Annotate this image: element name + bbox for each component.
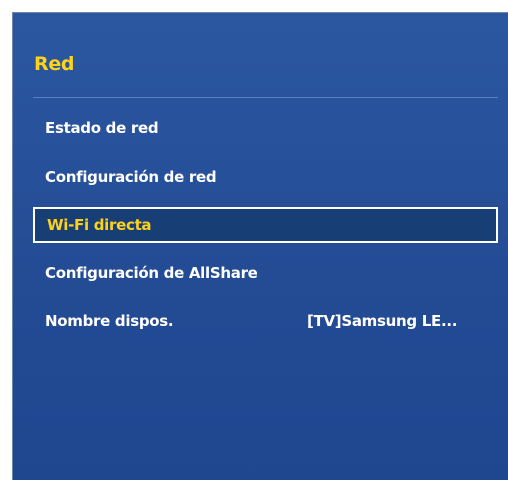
menu-item-device-name[interactable]: Nombre dispos. [TV]Samsung LE...	[33, 303, 498, 339]
device-name-value: [TV]Samsung LE...	[307, 312, 458, 330]
menu-item-label: Configuración de red	[45, 168, 217, 186]
menu-item-wifi-direct[interactable]: Wi-Fi directa	[33, 207, 498, 243]
menu-item-allshare-settings[interactable]: Configuración de AllShare	[33, 255, 498, 291]
menu-item-network-status[interactable]: Estado de red	[33, 110, 498, 146]
menu-title: Red	[34, 53, 75, 75]
menu-item-label: Nombre dispos.	[45, 312, 174, 330]
menu-item-label: Estado de red	[45, 119, 159, 137]
menu-item-label: Configuración de AllShare	[45, 264, 258, 282]
title-divider	[33, 97, 498, 98]
network-menu-panel: Red Estado de red Configuración de red W…	[12, 12, 508, 480]
menu-item-network-settings[interactable]: Configuración de red	[33, 159, 498, 195]
menu-item-label: Wi-Fi directa	[47, 216, 152, 234]
